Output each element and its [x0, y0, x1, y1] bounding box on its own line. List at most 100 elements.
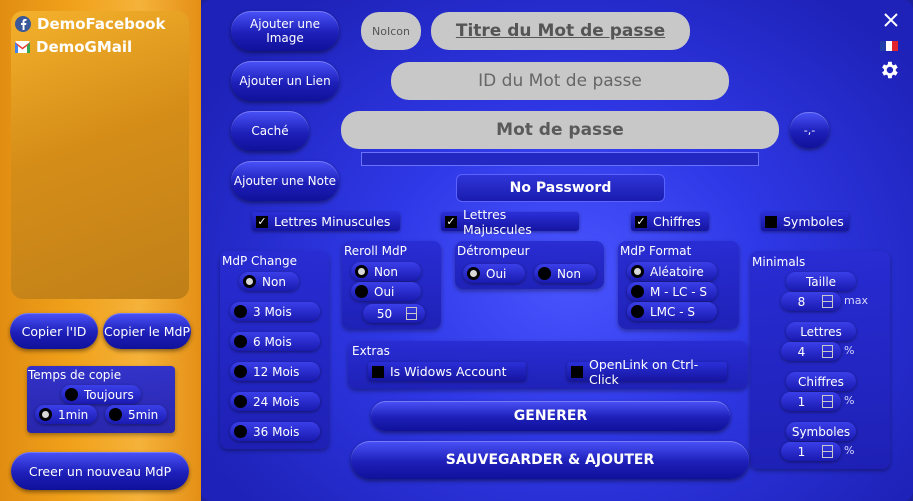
group-title: MdP Change	[222, 254, 297, 268]
account-label: DemoGMail	[36, 38, 133, 56]
copy-id-button[interactable]: Copier l'ID	[10, 313, 98, 349]
openlink-checkbox[interactable]: OpenLink on Ctrl-Click	[567, 357, 727, 387]
account-item-facebook[interactable]: DemoFacebook	[15, 14, 165, 34]
stepper-arrows-icon[interactable]	[822, 345, 833, 358]
copy-time-always[interactable]: Toujours	[61, 385, 141, 404]
generate-button[interactable]: GENERER	[371, 401, 730, 431]
size-stepper[interactable]: 8	[781, 292, 841, 311]
change-option-6m[interactable]: 6 Mois	[230, 332, 320, 351]
password-field[interactable]: Mot de passe	[341, 111, 779, 149]
stepper-value: 50	[376, 306, 393, 321]
format-option-random[interactable]: Aléatoire	[627, 262, 717, 281]
radio-icon	[631, 305, 644, 318]
change-option-3m[interactable]: 3 Mois	[230, 302, 320, 321]
reveal-password-button[interactable]: -,-	[790, 112, 829, 148]
password-strength-bar	[361, 152, 759, 166]
password-change-group: MdP Change Non 3 Mois 6 Mois 12 Mois 24 …	[220, 251, 329, 449]
add-note-button[interactable]: Ajouter une Note	[231, 161, 339, 201]
copy-password-button[interactable]: Copier le MdP	[103, 313, 191, 349]
stepper-arrows-icon[interactable]	[406, 307, 417, 320]
percent-label: %	[844, 344, 855, 357]
gear-icon[interactable]	[878, 59, 900, 81]
symbols-checkbox[interactable]: Symboles	[761, 212, 849, 231]
size-label: Taille	[786, 272, 856, 291]
digits-stepper[interactable]: 1	[781, 392, 841, 411]
stepper-value: 4	[797, 344, 806, 359]
password-id-field[interactable]: ID du Mot de passe	[391, 62, 729, 100]
radio-label: 1min	[58, 407, 89, 422]
group-title: MdP Format	[620, 244, 692, 258]
hidden-toggle-button[interactable]: Caché	[231, 111, 309, 151]
detrompeur-option-no[interactable]: Non	[534, 264, 596, 283]
radio-icon	[234, 335, 247, 348]
save-add-button[interactable]: SAUVEGARDER & AJOUTER	[351, 441, 749, 479]
password-editor: Ajouter une Image Ajouter un Lien Caché …	[201, 0, 913, 501]
symbols-stepper[interactable]: 1	[781, 442, 841, 461]
detrompeur-option-yes[interactable]: Oui	[463, 264, 525, 283]
gmail-icon	[15, 41, 30, 53]
checkbox-label: Chiffres	[653, 214, 701, 229]
radio-label: 12 Mois	[253, 364, 300, 379]
stepper-arrows-icon[interactable]	[822, 295, 833, 308]
change-option-36m[interactable]: 36 Mois	[230, 422, 320, 441]
new-password-button[interactable]: Creer un nouveau MdP	[11, 452, 189, 490]
add-image-button[interactable]: Ajouter une Image	[231, 11, 339, 51]
change-option-24m[interactable]: 24 Mois	[230, 392, 320, 411]
copy-time-1min[interactable]: 1min	[35, 405, 97, 424]
password-title-field[interactable]: Titre du Mot de passe	[431, 12, 690, 50]
group-title: Détrompeur	[457, 244, 530, 258]
change-option-none[interactable]: Non	[239, 272, 299, 291]
lowercase-checkbox[interactable]: ✓ Lettres Minuscules	[252, 212, 400, 231]
group-title: Extras	[352, 344, 390, 358]
stepper-arrows-icon[interactable]	[822, 395, 833, 408]
radio-selected-icon	[467, 267, 480, 280]
stepper-value: 1	[797, 394, 806, 409]
radio-selected-icon	[243, 275, 256, 288]
icon-placeholder[interactable]: NoIcon	[361, 12, 421, 50]
digits-checkbox[interactable]: ✓ Chiffres	[631, 212, 709, 231]
copy-time-title: Temps de copie	[28, 368, 122, 382]
radio-icon	[109, 408, 122, 421]
checkbox-empty-icon	[571, 365, 583, 378]
radio-selected-icon	[39, 408, 52, 421]
symbols-label: Symboles	[786, 422, 856, 441]
stepper-value: 1	[797, 444, 806, 459]
radio-label: Non	[262, 274, 286, 289]
radio-label: Non	[374, 264, 398, 279]
stepper-value: 8	[797, 294, 806, 309]
minimals-group: Minimals Taille 8 max Lettres 4 % Chiffr…	[750, 251, 890, 469]
format-option-m-lc-s[interactable]: M - LC - S	[627, 282, 717, 301]
radio-selected-icon	[355, 265, 368, 278]
close-icon[interactable]	[883, 12, 899, 28]
change-option-12m[interactable]: 12 Mois	[230, 362, 320, 381]
radio-label: 36 Mois	[253, 424, 300, 439]
password-format-group: MdP Format Aléatoire M - LC - S LMC - S	[618, 241, 739, 329]
letters-label: Lettres	[786, 322, 856, 341]
account-label: DemoFacebook	[37, 15, 166, 33]
stepper-arrows-icon[interactable]	[822, 445, 833, 458]
uppercase-checkbox[interactable]: ✓ Lettres Majuscules	[441, 207, 579, 237]
copy-time-5min[interactable]: 5min	[105, 405, 167, 424]
radio-icon	[538, 267, 551, 280]
letters-stepper[interactable]: 4	[781, 342, 841, 361]
checkbox-label: Symboles	[783, 214, 844, 229]
detrompeur-group: Détrompeur Oui Non	[455, 241, 604, 289]
windows-account-checkbox[interactable]: Is Widows Account	[368, 362, 526, 381]
radio-label: 3 Mois	[253, 304, 292, 319]
reroll-option-yes[interactable]: Oui	[351, 282, 421, 301]
reroll-count-stepper[interactable]: 50	[363, 304, 425, 323]
group-title: Minimals	[752, 255, 806, 269]
facebook-icon	[15, 16, 31, 32]
radio-label: Non	[557, 266, 581, 281]
reroll-option-no[interactable]: Non	[351, 262, 421, 281]
add-link-button[interactable]: Ajouter un Lien	[231, 61, 339, 101]
accounts-sidebar: DemoFacebook DemoGMail Copier l'ID Copie…	[0, 0, 201, 501]
percent-label: %	[844, 444, 855, 457]
size-max-label: max	[844, 294, 868, 307]
account-item-gmail[interactable]: DemoGMail	[15, 37, 132, 57]
radio-icon	[234, 425, 247, 438]
percent-label: %	[844, 394, 855, 407]
french-flag-icon[interactable]	[880, 41, 898, 51]
format-option-lmc-s[interactable]: LMC - S	[627, 302, 717, 321]
radio-label: 5min	[128, 407, 159, 422]
